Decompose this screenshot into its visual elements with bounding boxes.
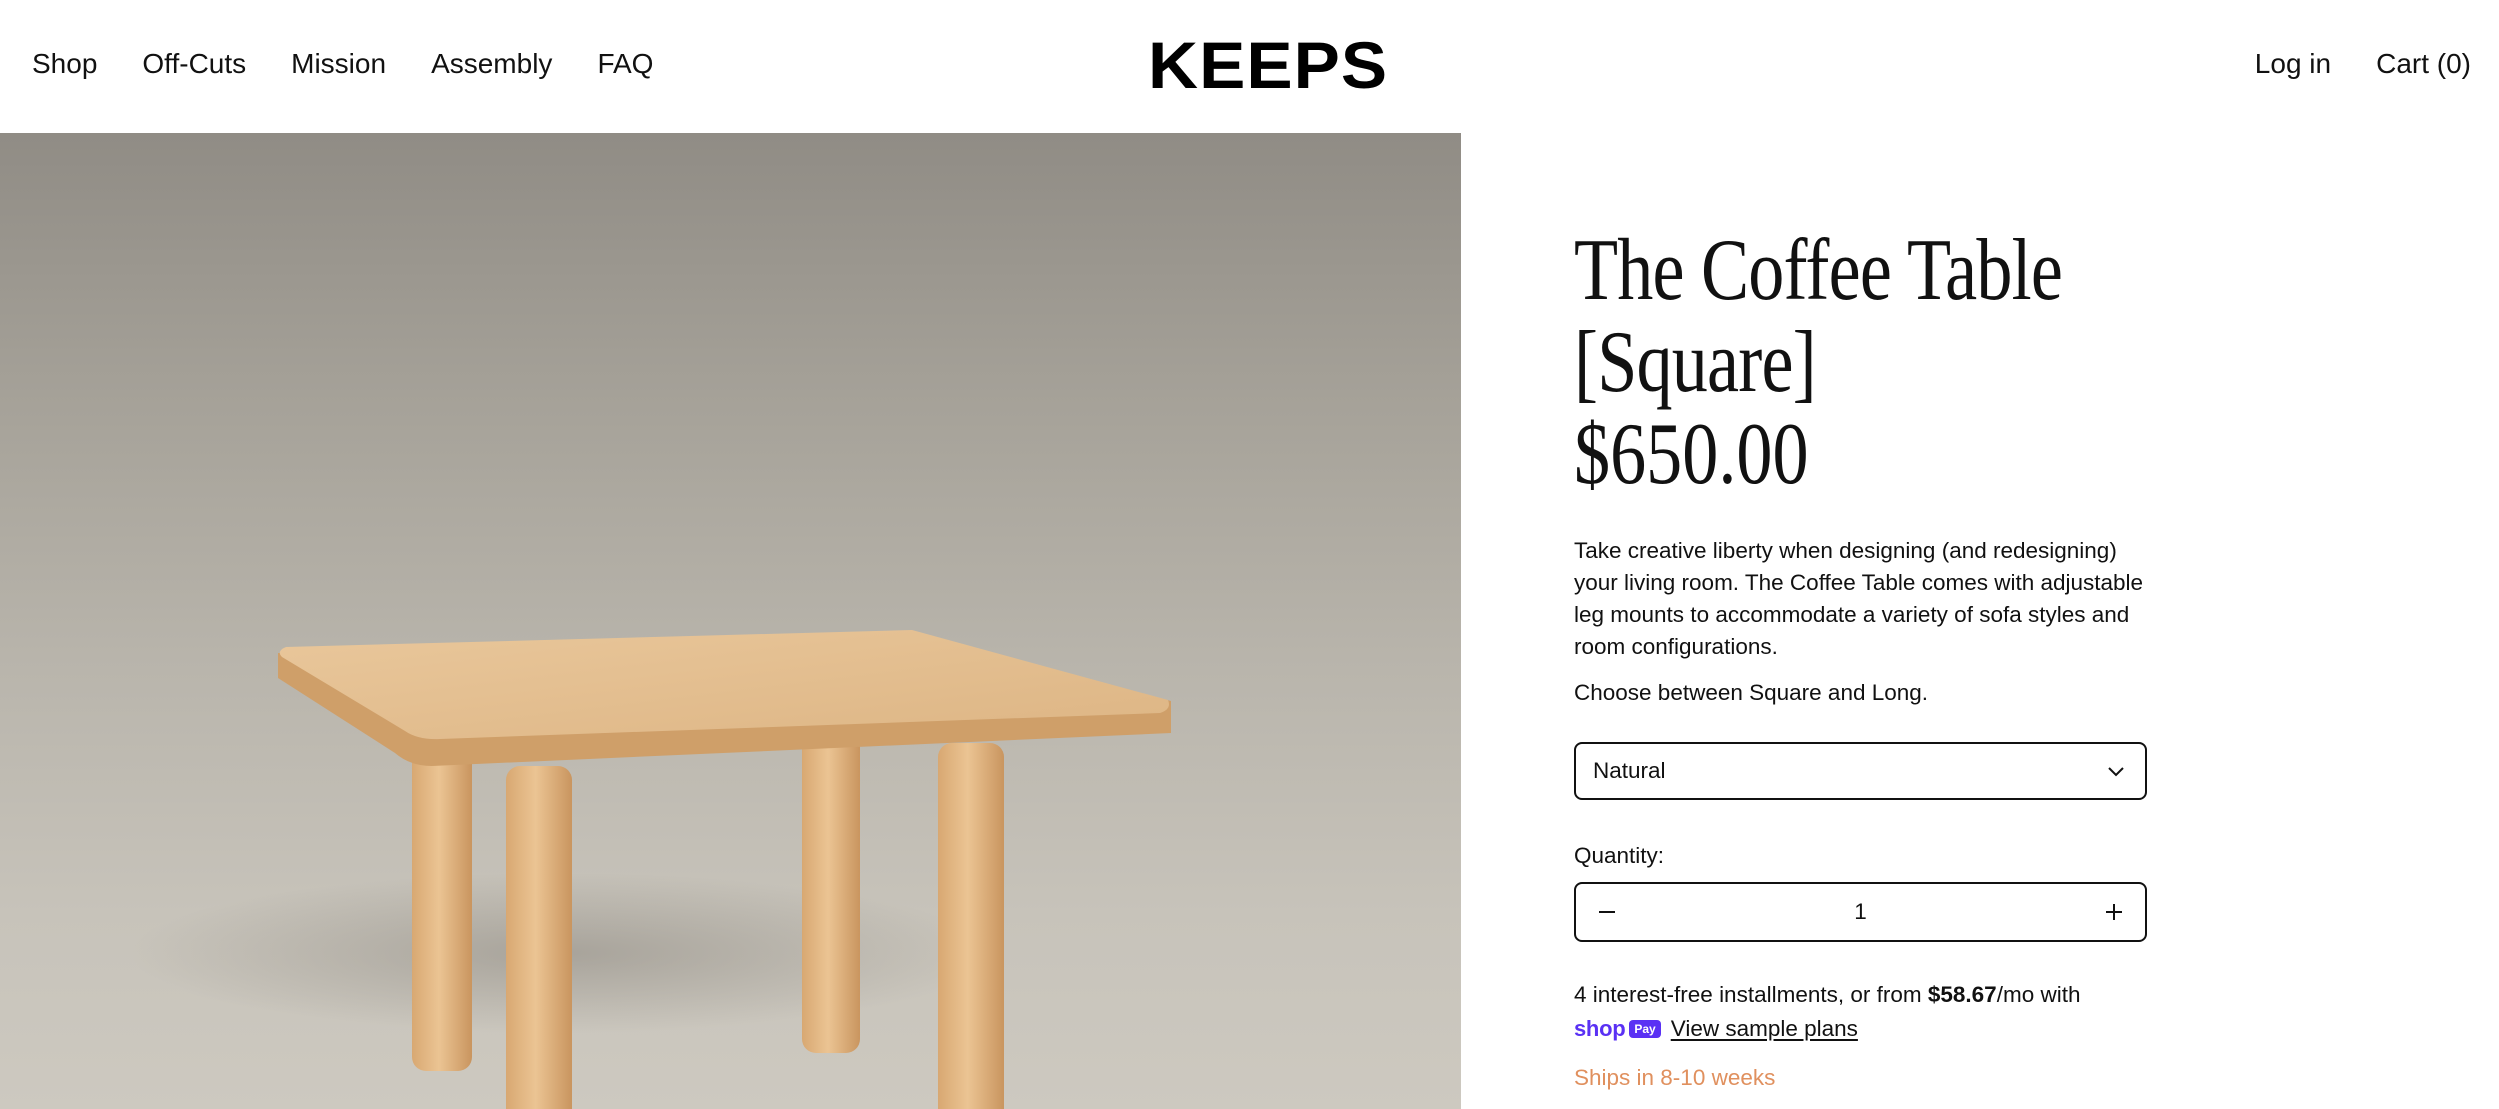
table-leg	[506, 766, 572, 1109]
site-header: Shop Off-Cuts Mission Assembly FAQ KEEPS…	[0, 0, 2499, 133]
account-nav: Log in Cart (0)	[2255, 44, 2471, 84]
product-page: Shop Off-Cuts Mission Assembly FAQ KEEPS…	[0, 0, 2499, 1109]
finish-select[interactable]: Natural	[1574, 742, 2147, 800]
coffee-table-illustration	[130, 630, 1171, 1109]
installments-suffix: /mo with	[1996, 982, 2081, 1007]
view-sample-plans-link[interactable]: View sample plans	[1671, 1012, 1858, 1046]
shoppay-row: shop Pay View sample plans	[1574, 1012, 2154, 1046]
product-title-line-2: [Square]	[1574, 314, 1817, 411]
chevron-down-icon	[2107, 758, 2125, 784]
product-title: The Coffee Table [Square]	[1574, 225, 2181, 409]
quantity-stepper: 1	[1574, 882, 2147, 942]
cart-link[interactable]: Cart (0)	[2376, 44, 2471, 84]
table-leg	[412, 733, 472, 1071]
product-variant-note: Choose between Square and Long.	[1574, 680, 1929, 705]
login-link[interactable]: Log in	[2255, 44, 2331, 84]
installments-amount: $58.67	[1927, 982, 1997, 1007]
product-image[interactable]	[0, 133, 1461, 1109]
nav-off-cuts[interactable]: Off-Cuts	[142, 44, 246, 84]
table-leg	[802, 723, 860, 1053]
shipping-estimate: Ships in 8-10 weeks	[1574, 1065, 1776, 1090]
plus-icon[interactable]	[2101, 899, 2127, 925]
nav-assembly[interactable]: Assembly	[431, 44, 552, 84]
nav-faq[interactable]: FAQ	[597, 44, 653, 84]
main-nav: Shop Off-Cuts Mission Assembly FAQ	[32, 44, 653, 84]
shoppay-logo: shop Pay	[1574, 1012, 1661, 1046]
shoppay-shop-word: shop	[1574, 1016, 1626, 1041]
table-leg	[938, 743, 1004, 1109]
installments-prefix: 4 interest-free installments, or from	[1574, 982, 1928, 1007]
shoppay-pay-badge: Pay	[1629, 1020, 1661, 1038]
nav-shop[interactable]: Shop	[32, 44, 97, 84]
installments-info: 4 interest-free installments, or from $5…	[1574, 978, 2154, 1046]
product-details: The Coffee Table [Square] $650.00 Take c…	[1574, 225, 2154, 1094]
nav-mission[interactable]: Mission	[291, 44, 386, 84]
product-description: Take creative liberty when designing (an…	[1574, 538, 2144, 659]
finish-select-value: Natural	[1593, 758, 1666, 783]
product-price: $650.00	[1574, 406, 1809, 503]
quantity-label: Quantity:	[1574, 843, 1665, 868]
quantity-value[interactable]: 1	[1854, 899, 1867, 925]
minus-icon[interactable]	[1594, 899, 1620, 925]
installments-text: 4 interest-free installments, or from $5…	[1574, 978, 2154, 1012]
product-title-line-1: The Coffee Table	[1574, 222, 2063, 319]
brand-logo[interactable]: KEEPS	[1148, 30, 1388, 100]
